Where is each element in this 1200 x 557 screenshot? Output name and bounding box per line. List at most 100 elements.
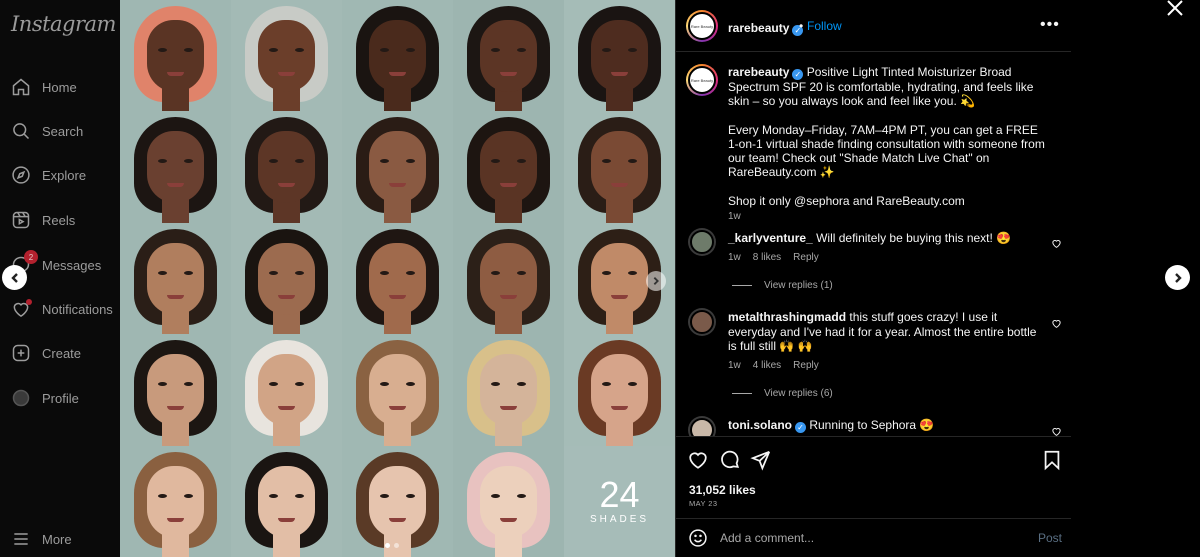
avatar-icon bbox=[10, 387, 32, 409]
sidebar-item-label: Reels bbox=[42, 212, 76, 228]
comment-icon bbox=[721, 450, 740, 469]
post-caption: rarebeauty ✓ Positive Light Tinted Moistu… bbox=[728, 65, 1046, 224]
comment-input[interactable] bbox=[720, 528, 1020, 548]
notification-badge: 2 bbox=[24, 250, 38, 264]
sidebar-item-label: Home bbox=[42, 79, 77, 95]
view-replies-button[interactable]: View replies (1) bbox=[732, 280, 833, 291]
caption-username[interactable]: rarebeauty bbox=[728, 65, 789, 79]
follow-button[interactable]: Follow bbox=[807, 19, 842, 33]
commenter-avatar[interactable] bbox=[688, 308, 716, 336]
sidebar-item-profile[interactable]: Profile bbox=[10, 383, 118, 413]
model-portrait bbox=[231, 111, 342, 223]
smiley-icon bbox=[689, 529, 707, 547]
close-button[interactable] bbox=[1166, 0, 1188, 21]
send-icon bbox=[750, 450, 771, 471]
post-date: MAY 23 bbox=[689, 499, 718, 508]
model-portrait bbox=[120, 222, 231, 335]
like-comment-button[interactable] bbox=[1051, 424, 1063, 436]
post-comment-button[interactable]: Post bbox=[1038, 531, 1062, 545]
reply-button[interactable]: Reply bbox=[793, 360, 819, 371]
comments-list[interactable]: Rare Beauty rarebeauty ✓ Positive Light T… bbox=[676, 52, 1071, 436]
comment: _karlyventure_ Will definitely be buying… bbox=[728, 231, 1046, 246]
carousel-next-button[interactable] bbox=[646, 271, 666, 291]
comment-button[interactable] bbox=[719, 449, 741, 471]
model-portrait bbox=[231, 222, 342, 335]
add-comment-bar: Post bbox=[676, 518, 1071, 557]
separator: • bbox=[799, 19, 804, 33]
model-portrait bbox=[342, 111, 453, 223]
emoji-button[interactable] bbox=[688, 528, 708, 548]
sidebar-item-label: Explore bbox=[42, 167, 87, 183]
compass-icon bbox=[10, 164, 32, 186]
verified-badge-icon: ✓ bbox=[792, 69, 804, 80]
heart-icon bbox=[689, 452, 707, 469]
comment-text: Will definitely be buying this next! 😍 bbox=[816, 231, 1012, 245]
model-portrait bbox=[231, 445, 342, 557]
carousel-indicator bbox=[385, 543, 399, 548]
model-portrait bbox=[120, 111, 231, 223]
plus-square-icon bbox=[10, 342, 32, 364]
author-name[interactable]: rarebeauty ✓ bbox=[728, 19, 804, 37]
sidebar-item-label: Profile bbox=[42, 390, 79, 406]
model-portrait bbox=[120, 0, 231, 112]
like-comment-button[interactable] bbox=[1051, 236, 1063, 248]
reply-button[interactable]: Reply bbox=[793, 252, 819, 263]
model-portrait bbox=[564, 111, 675, 223]
post-header: Rare Beauty rarebeauty ✓ • Follow ••• bbox=[676, 0, 1071, 52]
author-avatar[interactable]: Rare Beauty bbox=[686, 10, 718, 42]
heart-icon bbox=[1052, 240, 1061, 248]
sidebar-item-create[interactable]: Create bbox=[10, 338, 118, 368]
caption-paragraph: Every Monday–Friday, 7AM–4PM PT, you can… bbox=[728, 122, 1045, 180]
unread-dot bbox=[26, 299, 32, 305]
heart-icon bbox=[1052, 428, 1061, 436]
shades-label: SHADES bbox=[589, 513, 650, 525]
like-comment-button[interactable] bbox=[1051, 316, 1063, 328]
commenter-avatar[interactable] bbox=[688, 228, 716, 256]
comment-username[interactable]: metalthrashingmadd bbox=[728, 310, 846, 324]
sidebar-item-label: Messages bbox=[42, 257, 102, 273]
sidebar-item-label: Search bbox=[42, 123, 84, 139]
model-portrait bbox=[453, 222, 564, 335]
caption-time: 1w bbox=[728, 211, 741, 223]
comment-text: Running to Sephora 😍 bbox=[809, 418, 935, 432]
post-image[interactable]: 24 SHADES bbox=[120, 0, 675, 557]
likes-count[interactable]: 31,052 likes bbox=[689, 483, 756, 497]
reels-icon bbox=[10, 209, 32, 231]
sidebar-item-label: More bbox=[42, 531, 72, 547]
more-options-button[interactable]: ••• bbox=[1040, 16, 1060, 34]
comment-time: 1w bbox=[728, 252, 741, 263]
home-icon bbox=[10, 76, 32, 98]
share-button[interactable] bbox=[750, 449, 772, 471]
model-portrait bbox=[453, 445, 564, 557]
caption-avatar[interactable]: Rare Beauty bbox=[686, 64, 718, 96]
model-portrait bbox=[342, 0, 453, 112]
shades-tile: 24 SHADES bbox=[564, 445, 675, 557]
heart-icon bbox=[10, 298, 32, 320]
sidebar-item-explore[interactable]: Explore bbox=[10, 160, 118, 190]
model-portrait bbox=[342, 334, 453, 446]
chevron-right-icon bbox=[1174, 272, 1182, 283]
previous-post-button[interactable] bbox=[2, 265, 27, 290]
close-icon bbox=[1167, 0, 1183, 16]
commenter-avatar[interactable] bbox=[688, 416, 716, 436]
sidebar-item-notifications[interactable]: Notifications bbox=[10, 294, 118, 324]
save-button[interactable] bbox=[1041, 449, 1063, 471]
comment-likes[interactable]: 8 likes bbox=[753, 252, 781, 263]
sidebar-item-reels[interactable]: Reels bbox=[10, 205, 118, 235]
chevron-right-icon bbox=[653, 277, 659, 285]
comment-username[interactable]: _karlyventure_ bbox=[728, 231, 813, 245]
shades-number: 24 bbox=[599, 473, 640, 515]
view-replies-button[interactable]: View replies (6) bbox=[732, 388, 833, 399]
chevron-left-icon bbox=[10, 272, 18, 283]
next-post-button[interactable] bbox=[1165, 265, 1190, 290]
model-portrait bbox=[564, 0, 675, 112]
sidebar-item-more[interactable]: More bbox=[10, 524, 118, 554]
instagram-logo[interactable]: Instagram bbox=[11, 12, 116, 36]
model-portrait bbox=[453, 334, 564, 446]
model-portrait bbox=[342, 222, 453, 335]
like-button[interactable] bbox=[687, 449, 709, 471]
sidebar-item-search[interactable]: Search bbox=[10, 116, 118, 146]
comment-likes[interactable]: 4 likes bbox=[753, 360, 781, 371]
comment-username[interactable]: toni.solano bbox=[728, 418, 792, 432]
sidebar-item-home[interactable]: Home bbox=[10, 72, 118, 102]
